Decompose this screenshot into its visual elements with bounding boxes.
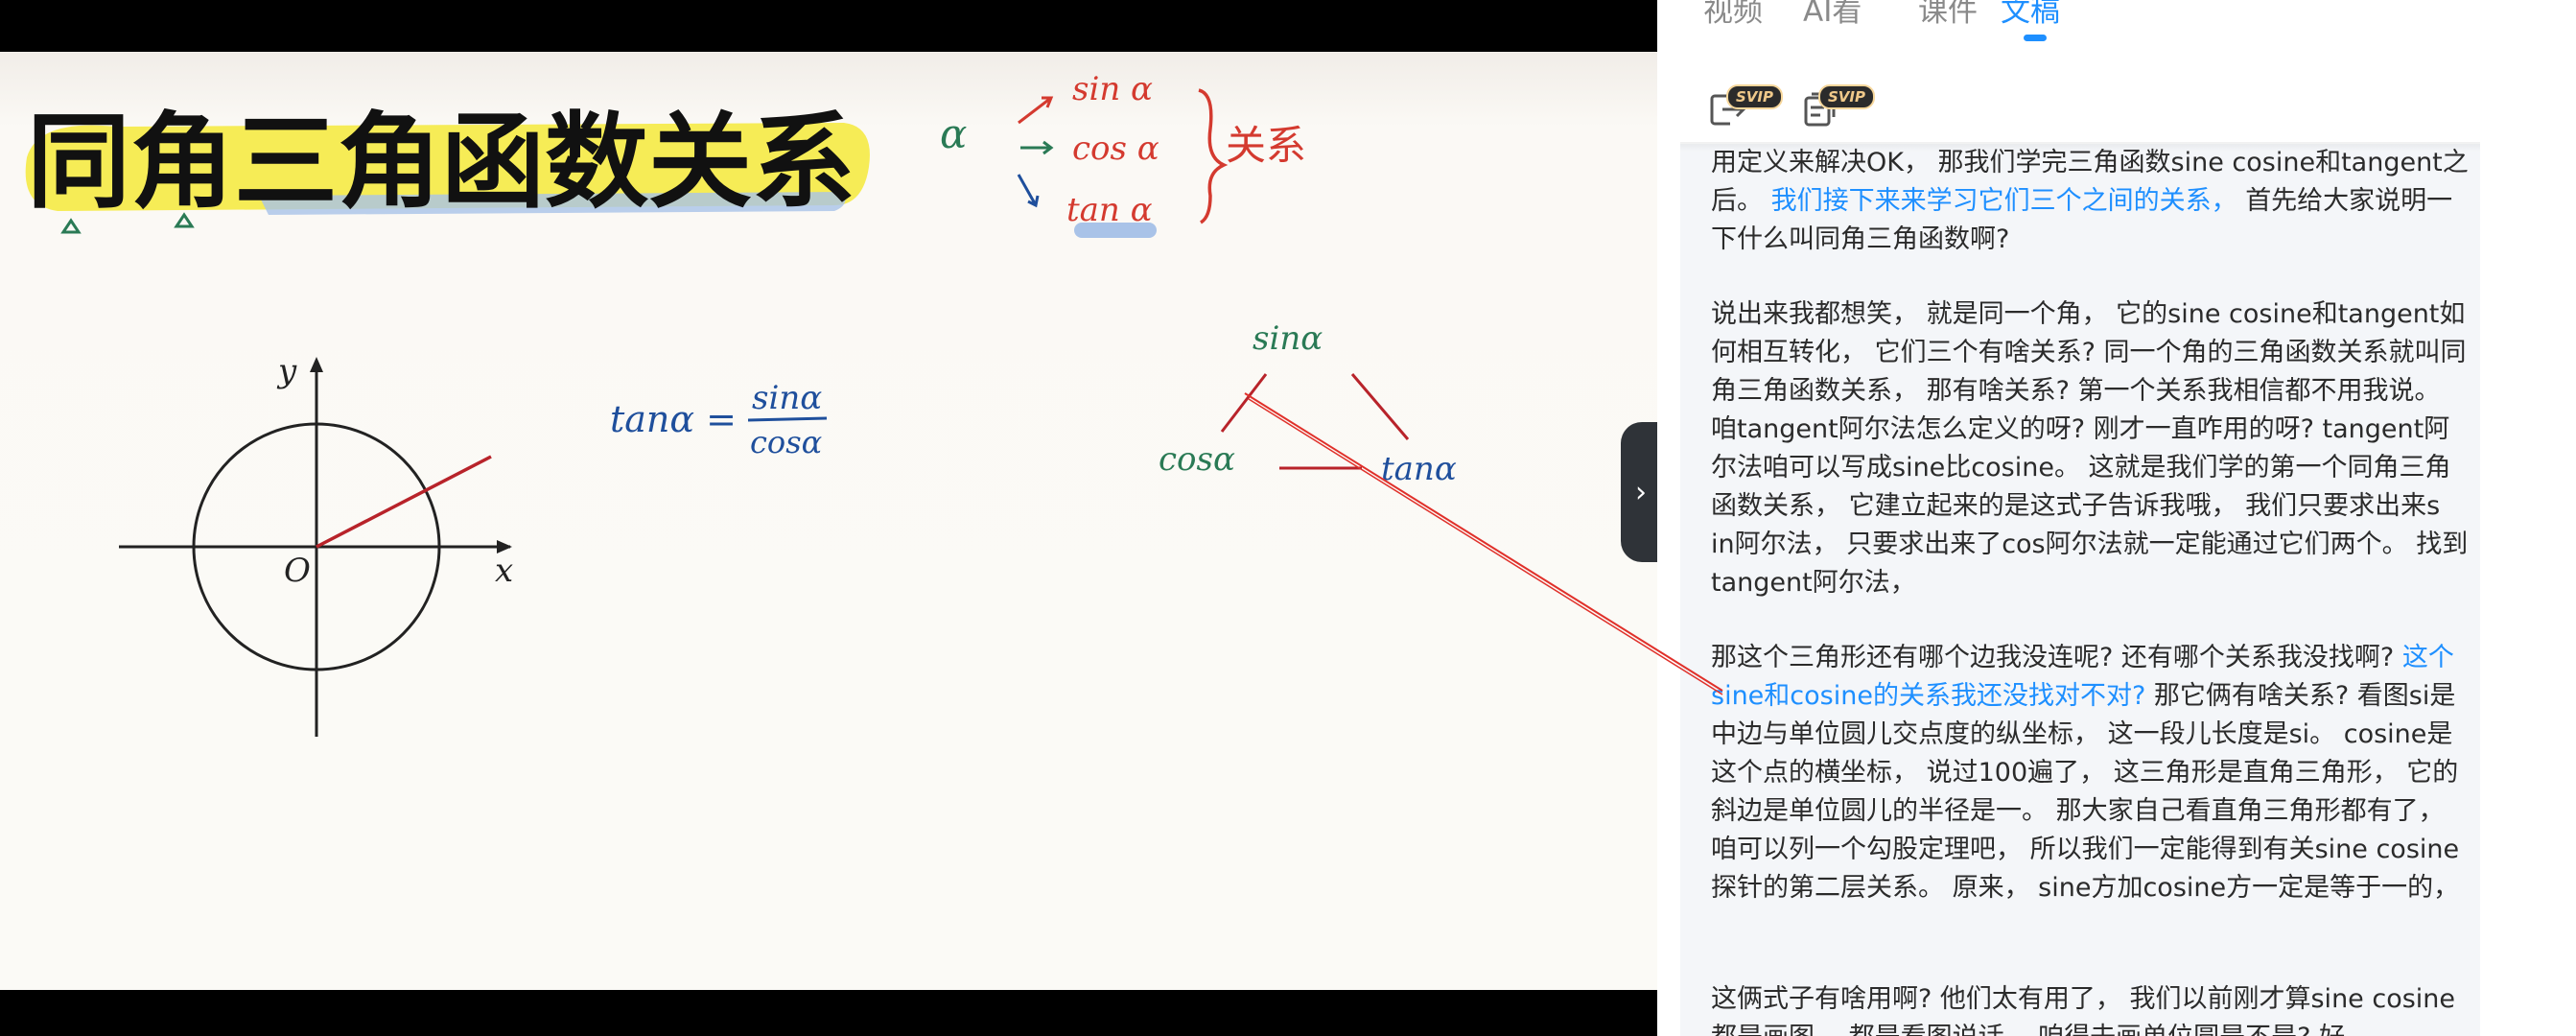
transcript-content[interactable]: 用定义来解决OK， 那我们学完三角函数sine cosine和tangent之后…: [1680, 144, 2480, 1036]
transcript-sentence[interactable]: 这俩式子有啥用啊? 他们太有用了， 我们以前刚才算sine cosine都是画图…: [1711, 984, 2455, 1036]
transcript-sentence[interactable]: 那它俩有啥关系? 看图si是中边与单位圆儿交点度的纵坐标， 这一段儿长度是si。…: [1711, 681, 2459, 903]
alpha-label: α: [940, 110, 967, 157]
side-panel: 视频 AI看 课件 文稿 SVIP SVIP 用定义来解决OK， 那我们学完三角…: [1657, 0, 2576, 1036]
transcript-sentence[interactable]: 那这个三角形还有哪个边我没连呢? 还有哪个关系我没找啊?: [1711, 643, 2402, 672]
video-player[interactable]: 同角三角函数关系 α sin α cos α tan α 关系 tanα = s…: [0, 0, 1657, 1036]
y-axis-label: y: [276, 352, 297, 390]
svip-badge: SVIP: [1818, 84, 1875, 109]
sin-label: sin α: [1072, 70, 1153, 108]
tan-label: tan α: [1066, 191, 1153, 229]
slide-title: 同角三角函数关系: [27, 102, 855, 223]
formula-denominator: cosα: [750, 424, 822, 460]
transcript-paragraph[interactable]: 这俩式子有啥用啊? 他们太有用了， 我们以前刚才算sine cosine都是画图…: [1711, 980, 2469, 1036]
triangle-tan: tanα: [1381, 450, 1457, 488]
collapse-panel-button[interactable]: ›: [1621, 422, 1661, 562]
triangle-edge-left: [1220, 373, 1268, 433]
transcript-paragraph[interactable]: 那这个三角形还有哪个边我没连呢? 还有哪个关系我没找啊? 这个sine和cosi…: [1711, 639, 2469, 907]
transcript-sentence[interactable]: 说出来我都想笑， 就是同一个角， 它的sine cosine和tangent如何…: [1711, 299, 2468, 598]
highlighted-sentence[interactable]: 我们接下来来学习它们三个之间的关系，: [1771, 186, 2246, 216]
x-axis-label: x: [495, 552, 513, 590]
cos-label: cos α: [1072, 130, 1159, 168]
chevron-right-icon: ›: [1635, 475, 1647, 509]
triangle-cos: cosα: [1159, 440, 1235, 479]
arrow-cos: [1020, 140, 1054, 155]
tab-courseware[interactable]: 课件: [1918, 0, 1978, 30]
triangle-edge-right: [1350, 373, 1410, 440]
formula-lhs: tanα =: [610, 398, 737, 440]
formula-numerator: sinα: [752, 379, 822, 417]
transcript-paragraph[interactable]: 用定义来解决OK， 那我们学完三角函数sine cosine和tangent之后…: [1711, 144, 2469, 259]
arrow-sin: [1018, 96, 1054, 125]
svip-badge: SVIP: [1726, 84, 1783, 109]
tab-video[interactable]: 视频: [1703, 0, 1763, 30]
brace: [1198, 88, 1229, 224]
y-axis-arrow: [310, 357, 323, 372]
toolbar-shadow: [1680, 142, 2480, 152]
tab-ai-watch[interactable]: AI看: [1803, 0, 1862, 30]
slide-canvas: 同角三角函数关系 α sin α cos α tan α 关系 tanα = s…: [25, 70, 1457, 737]
triangle-sin: sinα: [1253, 319, 1323, 358]
fraction-bar: [747, 416, 828, 422]
arrow-tan: [1017, 174, 1040, 208]
export-button[interactable]: SVIP: [1705, 84, 1783, 129]
lesson-slide: 同角三角函数关系 α sin α cos α tan α 关系 tanα = s…: [0, 52, 1657, 990]
copy-document-button[interactable]: SVIP: [1797, 84, 1875, 129]
terminal-ray: [316, 455, 492, 549]
relation-label: 关系: [1226, 122, 1306, 169]
tab-transcript[interactable]: 文稿: [2001, 0, 2060, 30]
transcript-paragraph[interactable]: 说出来我都想笑， 就是同一个角， 它的sine cosine和tangent如何…: [1711, 295, 2469, 602]
origin-label: O: [284, 552, 311, 590]
active-tab-indicator: [2024, 35, 2047, 41]
